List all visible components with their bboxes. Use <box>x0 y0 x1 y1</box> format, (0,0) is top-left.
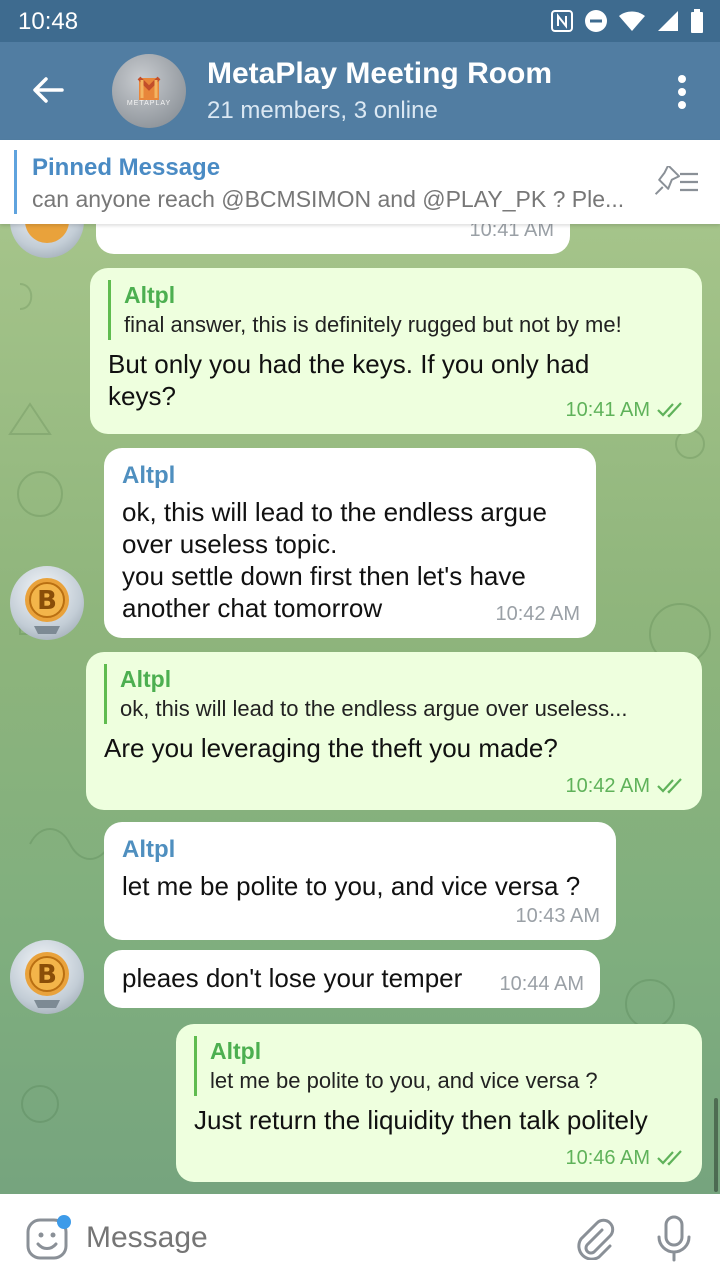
reply-quote[interactable]: Altpl let me be polite to you, and vice … <box>194 1036 684 1096</box>
message-bubble-incoming[interactable]: Altpl ok, this will lead to the endless … <box>104 448 596 638</box>
message-meta: 10:42 AM <box>495 598 580 630</box>
reply-sender: Altpl <box>120 666 172 692</box>
more-options-icon[interactable] <box>676 74 688 110</box>
message-bubble-incoming[interactable]: Altpl let me be polite to you, and vice … <box>104 822 616 940</box>
message-meta: 10:46 AM <box>565 1142 686 1174</box>
message-time: 10:42 AM <box>495 603 580 625</box>
sender-avatar[interactable]: B <box>10 566 84 640</box>
message-bubble-outgoing[interactable]: Altpl let me be polite to you, and vice … <box>176 1024 702 1182</box>
message-time: 10:43 AM <box>515 905 600 927</box>
pinned-list-icon[interactable] <box>652 166 700 198</box>
message-bubble-outgoing[interactable]: Altpl ok, this will lead to the endless … <box>86 652 702 810</box>
chat-subtitle: 21 members, 3 online <box>207 97 438 124</box>
group-avatar-label: METAPLAY <box>126 100 172 107</box>
battery-icon <box>691 9 703 33</box>
message-time: 10:41 AM <box>565 399 650 421</box>
pinned-title: Pinned Message <box>32 154 221 181</box>
message-text: But only you had the keys. If you only h… <box>108 349 590 411</box>
message-list[interactable]: 10:41 AM Altpl final answer, this is def… <box>0 224 720 1194</box>
wifi-icon <box>619 11 645 31</box>
message-bubble-outgoing[interactable]: Altpl final answer, this is definitely r… <box>90 268 702 434</box>
pinned-indicator <box>14 150 17 214</box>
pinned-message-bar[interactable]: Pinned Message can anyone reach @BCMSIMO… <box>0 140 720 224</box>
metaplay-logo-icon <box>137 76 161 100</box>
reply-sender: Altpl <box>124 282 176 308</box>
sender-avatar[interactable]: B <box>10 940 84 1014</box>
message-text: Are you leveraging the theft you made? <box>104 733 558 763</box>
message-bubble-incoming[interactable]: pleaes don't lose your temper 10:44 AM <box>104 950 600 1008</box>
message-input[interactable] <box>86 1214 556 1262</box>
pinned-text: can anyone reach @BCMSIMON and @PLAY_PK … <box>32 186 625 212</box>
svg-text:B: B <box>37 586 57 616</box>
bitcoin-globe-icon: B <box>25 578 69 634</box>
status-time: 10:48 <box>18 8 79 35</box>
reply-text: final answer, this is definitely rugged … <box>124 312 622 337</box>
status-bar: 10:48 <box>0 0 720 42</box>
reply-quote[interactable]: Altpl final answer, this is definitely r… <box>108 280 684 340</box>
message-text: let me be polite to you, and vice versa … <box>122 871 581 901</box>
chat-scrollbar[interactable] <box>714 1098 718 1192</box>
emoji-sticker-icon[interactable] <box>24 1214 74 1264</box>
message-text: Just return the liquidity then talk poli… <box>194 1105 648 1135</box>
signal-icon <box>658 11 678 31</box>
message-bubble-incoming[interactable]: 10:41 AM <box>96 224 570 254</box>
chat-header: METAPLAY MetaPlay Meeting Room 21 member… <box>0 42 720 140</box>
message-time: 10:46 AM <box>565 1147 650 1169</box>
chat-title[interactable]: MetaPlay Meeting Room <box>207 57 552 91</box>
message-meta: 10:42 AM <box>565 770 686 802</box>
status-icons <box>550 9 704 33</box>
sender-name: Altpl <box>122 836 176 863</box>
group-avatar[interactable]: METAPLAY <box>112 54 186 128</box>
message-meta: 10:43 AM <box>515 900 600 932</box>
svg-text:B: B <box>37 960 57 990</box>
message-time: 10:44 AM <box>499 973 584 995</box>
message-meta: 10:44 AM <box>499 968 584 1000</box>
do-not-disturb-icon <box>585 10 607 32</box>
sender-name: Altpl <box>122 462 176 489</box>
double-check-icon <box>657 402 682 418</box>
message-time: 10:42 AM <box>565 775 650 797</box>
message-time: 10:41 AM <box>469 224 554 241</box>
reply-sender: Altpl <box>210 1038 262 1064</box>
double-check-icon <box>657 778 682 794</box>
double-check-icon <box>657 1150 682 1166</box>
reply-text: let me be polite to you, and vice versa … <box>210 1068 598 1093</box>
microphone-icon[interactable] <box>654 1214 694 1262</box>
attach-paperclip-icon[interactable] <box>572 1216 616 1260</box>
message-meta: 10:41 AM <box>469 224 554 246</box>
reply-quote[interactable]: Altpl ok, this will lead to the endless … <box>104 664 684 724</box>
nfc-icon <box>551 10 573 32</box>
message-meta: 10:41 AM <box>565 394 686 426</box>
back-arrow-icon[interactable] <box>28 70 68 110</box>
bitcoin-globe-icon: B <box>25 952 69 1008</box>
reply-text: ok, this will lead to the endless argue … <box>120 696 628 721</box>
message-composer <box>0 1194 720 1280</box>
